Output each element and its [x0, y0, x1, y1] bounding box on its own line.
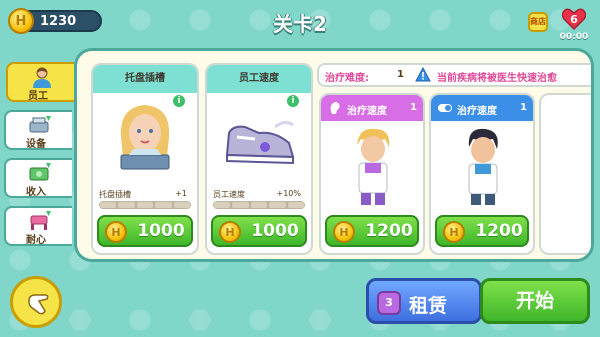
back-hand-icon [28, 294, 49, 315]
buy-tray-slots-button[interactable]: H 1000 [97, 215, 193, 247]
tab-label: 收入 [26, 187, 46, 198]
difficulty-label: 治疗难度: [325, 73, 369, 84]
upgrade-card-staff-speed[interactable]: 员工速度 i 员工速度 +10% H 1000 [205, 63, 313, 255]
treatment-difficulty-banner: 治疗难度: 1 当前疾病将被医生快速治愈 [317, 63, 591, 87]
dark-hair-doctor-avatar-icon [468, 128, 498, 205]
upgrade-progress-bar [213, 201, 305, 209]
stat-value: +1 [175, 189, 187, 198]
tab-equipment[interactable]: 设备 [4, 110, 72, 150]
stat-name: 员工速度 [213, 190, 245, 199]
upgrade-panel: 托盘插槽 i 托盘插槽 +1 H 1000 员工速度 i 员工速度 +10% H… [74, 48, 594, 262]
hire-doctor-2-button[interactable]: H 1200 [435, 215, 529, 247]
blond-doctor-avatar-icon [357, 128, 390, 205]
warning-icon [415, 67, 431, 82]
tab-label: 耐心 [26, 235, 46, 246]
top-bar: H 1230 关卡2 商店 6 00:00 [0, 0, 600, 44]
doctor-card-1[interactable]: 治疗速度 1 H 1200 [319, 93, 425, 255]
equipment-icon [29, 116, 51, 133]
staff-icon [33, 67, 51, 88]
difficulty-note: 当前疾病将被医生快速治愈 [437, 73, 557, 84]
rent-label: 租赁 [409, 295, 448, 317]
income-icon [29, 163, 51, 181]
coin-icon: H [105, 221, 127, 243]
price-label: 1000 [137, 221, 185, 241]
level-title: 关卡2 [273, 12, 327, 36]
patience-icon [30, 211, 51, 230]
toggle-icon [438, 104, 452, 112]
tab-income[interactable]: 收入 [4, 158, 72, 198]
lives-count: 6 [570, 13, 578, 26]
upgrade-progress-bar [99, 201, 191, 209]
ear-icon [330, 102, 340, 114]
buy-staff-speed-button[interactable]: H 1000 [211, 215, 307, 247]
info-icon[interactable]: i [173, 95, 185, 107]
sneaker-icon [225, 120, 295, 165]
nurse-portrait-icon [120, 105, 170, 170]
tab-staff[interactable]: 员工 [6, 62, 74, 102]
lives-indicator[interactable]: 6 00:00 [558, 8, 590, 42]
start-button[interactable]: 开始 [480, 278, 590, 324]
info-icon[interactable]: i [287, 95, 299, 107]
price-label: 1000 [251, 221, 299, 241]
upgrade-card-tray-slots[interactable]: 托盘插槽 i 托盘插槽 +1 H 1000 [91, 63, 199, 255]
price-label: 1200 [365, 221, 413, 241]
coin-icon: H [443, 221, 465, 243]
hire-doctor-1-button[interactable]: H 1200 [325, 215, 419, 247]
lives-timer: 00:00 [559, 32, 589, 42]
shop-button[interactable]: 商店 [528, 12, 548, 32]
doctor-level: 1 [520, 102, 527, 113]
tab-patience[interactable]: 耐心 [4, 206, 72, 246]
doctor-card-header: 治疗速度 1 [321, 95, 423, 121]
doctor-skill-label: 治疗速度 [347, 106, 387, 117]
doctor-card-2[interactable]: 治疗速度 1 H 1200 [429, 93, 535, 255]
doctor-level: 1 [410, 102, 417, 113]
rent-count-badge: 3 [377, 291, 401, 315]
doctor-skill-label: 治疗速度 [457, 106, 497, 117]
difficulty-value: 1 [397, 69, 404, 80]
coin-icon: H [333, 221, 355, 243]
coin-icon: H [219, 221, 241, 243]
card-title: 员工速度 [207, 65, 311, 93]
doctor-card-header: 治疗速度 1 [431, 95, 533, 121]
stat-name: 托盘插槽 [99, 190, 131, 199]
tab-label: 设备 [26, 139, 46, 150]
stat-value: +10% [276, 189, 301, 198]
tab-label: 员工 [28, 91, 48, 102]
doctor-card-3[interactable] [539, 93, 591, 255]
card-title: 托盘插槽 [93, 65, 197, 93]
back-button[interactable] [10, 276, 62, 328]
price-label: 1200 [475, 221, 523, 241]
rent-button[interactable]: 3 租赁 [366, 278, 482, 324]
